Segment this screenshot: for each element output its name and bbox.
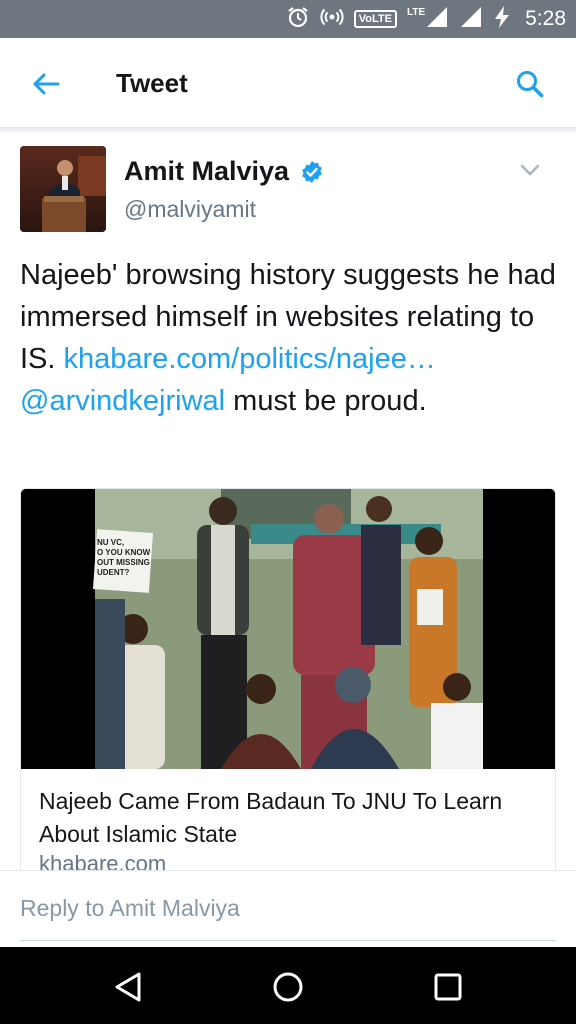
status-icons: VoLTE LTE 5:28 [286,0,566,38]
arrow-left-icon [33,73,60,95]
svg-text:NU VC,: NU VC, [97,538,124,547]
svg-text:UDENT?: UDENT? [97,568,130,577]
svg-text:OUT MISSING: OUT MISSING [97,558,150,567]
author-handle[interactable]: @malviyamit [124,196,256,223]
back-button[interactable] [26,64,66,104]
app-bar: Tweet [0,38,576,128]
verified-badge-icon [302,161,322,183]
link-card[interactable]: NU VC, O YOU KNOW OUT MISSING UDENT? Naj… [20,488,556,878]
author-name[interactable]: Amit Malviya [124,156,289,187]
back-triangle-icon [115,972,141,1002]
nav-recents-button[interactable] [428,967,468,1007]
avatar[interactable] [20,146,106,232]
search-button[interactable] [510,64,550,104]
hotspot-icon [320,5,344,34]
nav-home-button[interactable] [268,967,308,1007]
chevron-down-icon [520,164,540,176]
page-title: Tweet [116,68,188,98]
navigation-bar [0,947,576,1024]
clock: 5:28 [525,7,566,30]
volte-icon: VoLTE [353,10,397,28]
app-bar-shadow [0,128,576,134]
nav-back-button[interactable] [108,967,148,1007]
svg-text:O YOU KNOW: O YOU KNOW [97,548,151,557]
card-title: Najeeb Came From Badaun To JNU To Learn … [39,788,503,847]
charging-icon [493,5,511,34]
signal-icon [459,5,483,34]
search-icon [517,71,544,98]
tweet-mention[interactable]: @arvindkejriwal [20,385,225,417]
tweet-text-part: must be proud. [225,385,427,417]
recents-square-icon [434,973,462,1001]
signal-icon [425,5,449,34]
tweet-menu-button[interactable] [518,160,542,180]
protest-sign: NU VC, O YOU KNOW OUT MISSING UDENT? [92,529,154,593]
card-image: NU VC, O YOU KNOW OUT MISSING UDENT? [21,489,555,769]
alarm-icon [286,5,310,34]
home-circle-icon [273,972,303,1002]
lte-label: LTE [406,6,426,18]
status-bar: VoLTE LTE 5:28 [0,0,576,38]
tweet-link[interactable]: khabare.com/politics/najee… [64,343,436,375]
reply-bar: Reply to Amit Malviya [0,870,576,947]
tweet-text: Najeeb' browsing history suggests he had… [20,254,560,422]
reply-input[interactable]: Reply to Amit Malviya [20,895,556,941]
